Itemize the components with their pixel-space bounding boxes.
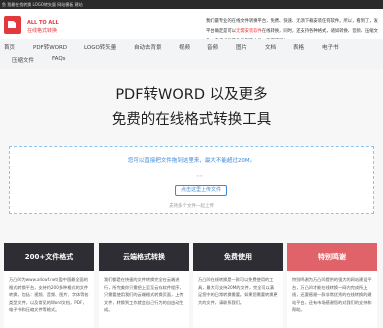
hero-title-line1: PDF转WORD 以及更多 <box>115 87 268 103</box>
upload-file-button[interactable]: 点击这里上传文件 <box>175 185 227 196</box>
nav-item-remove-bg[interactable]: 自动去背景 <box>134 43 162 51</box>
feature-card-body: 特别鸣谢为万凸凹提供的强大的网站建设平台，万凸凹才能在线转换一网内完成所上线，还… <box>292 277 372 312</box>
dropzone-text: 您可以直接把文件拖到这里来，最大不能超过20M。 <box>127 158 256 164</box>
feature-card-title: 免费使用 <box>193 243 283 271</box>
top-bar-text[interactable]: 鱼 我最在找转换 LOGO转矢量 网站模板 建站 <box>2 2 83 7</box>
nav-item-spreadsheet[interactable]: 表格 <box>293 43 304 51</box>
feature-card-body: 万凸凹为www.allcwf.net(盈中国最全面的格式转换平台，支持约200多… <box>9 277 89 312</box>
feature-card-free: 免费使用 万凸凹在线转换是一款可以免费使用的工具，最大可支持20M的文件，完全可… <box>193 243 283 328</box>
feature-card-title: 200+文件格式 <box>4 243 94 271</box>
nav-item-archive[interactable]: 压缩文件 <box>12 56 34 64</box>
upload-hint: 支持多个文件一起上传 <box>169 204 214 209</box>
nav-item-logo-vector[interactable]: LOGO转矢量 <box>84 43 116 51</box>
upload-arrow-icon: ≈≈ <box>196 173 203 178</box>
logo-subtitle: 在线格式转换 <box>27 28 58 34</box>
feature-card-title: 特别鸣谢 <box>287 243 377 271</box>
feature-card-cloud: 云端格式转换 我们都是在快速的文件转换完全在云端进行，所完美你只需把上至至云存软… <box>99 243 189 328</box>
nav-item-document[interactable]: 文档 <box>265 43 276 51</box>
logo-icon[interactable] <box>4 16 21 34</box>
feature-card-title: 云端格式转换 <box>99 243 189 271</box>
nav-item-image[interactable]: 图片 <box>236 43 247 51</box>
feature-card-formats: 200+文件格式 万凸凹为www.allcwf.net(盈中国最全面的格式转换平… <box>4 243 94 328</box>
header-desc-highlight: 无需安装软件 <box>236 29 262 34</box>
hero-title-line2: 免费的在线格式转换工具 <box>111 112 272 128</box>
nav-item-faqs[interactable]: FAQs <box>52 56 66 62</box>
feature-card-body: 万凸凹在线转换是一款可以免费使用的工具，最大可支持20M的文件，完全可以满足您中… <box>198 277 278 305</box>
nav-item-pdf-to-word[interactable]: PDF转WORD <box>33 43 67 51</box>
nav-item-audio[interactable]: 音频 <box>207 43 218 51</box>
top-bar: 鱼 我最在找转换 LOGO转矢量 网站模板 建站 <box>0 0 383 9</box>
site-header: ALL TO ALL 在线格式转换 我们最专业的在线文件转换平台，免费、快速、无… <box>0 9 383 44</box>
feature-card-thanks: 特别鸣谢 特别鸣谢为万凸凹提供的强大的网站建设平台，万凸凹才能在线转换一网内完成… <box>287 243 377 328</box>
logo-title[interactable]: ALL TO ALL <box>27 20 59 26</box>
feature-card-body: 我们都是在快速的文件转换完全在云端进行，所完美你只需把上至至云存软件程序，只需要… <box>104 277 184 312</box>
main-nav: 首页 PDF转WORD LOGO转矢量 自动去背景 视频 音频 图片 文档 表格… <box>0 39 383 69</box>
upload-dropzone[interactable]: 您可以直接把文件拖到这里来，最大不能超过20M。 ≈≈ 点击这里上传文件 支持多… <box>9 146 374 214</box>
nav-item-ebook[interactable]: 电子书 <box>322 43 339 51</box>
nav-item-home[interactable]: 首页 <box>4 43 15 51</box>
nav-item-video[interactable]: 视频 <box>179 43 190 51</box>
